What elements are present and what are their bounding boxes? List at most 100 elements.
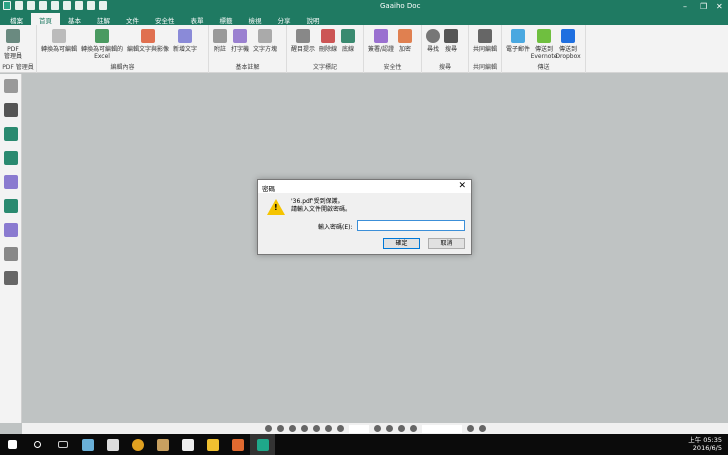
app-logo-icon	[3, 1, 11, 10]
task-view-button[interactable]	[50, 434, 75, 455]
strikeout-icon	[321, 29, 336, 43]
zoom-in-icon[interactable]	[466, 425, 474, 432]
co-edit-icon[interactable]	[4, 271, 18, 285]
quick-access-toolbar	[3, 1, 107, 10]
select-arrow-icon[interactable]	[4, 103, 18, 117]
taskbar-app[interactable]	[125, 434, 150, 455]
print-icon[interactable]	[63, 1, 71, 10]
layers-icon[interactable]	[4, 247, 18, 261]
underline-icon	[341, 29, 356, 43]
group-search: 尋找 搜尋 搜尋	[422, 25, 469, 73]
group-label: 傳送	[537, 64, 550, 71]
group-pdf-manager: PDF 管理員 PDF 管理員	[0, 25, 37, 73]
fullscreen-icon[interactable]	[478, 425, 486, 432]
gaaiho-reader-icon	[231, 438, 244, 451]
signature-icon[interactable]	[4, 223, 18, 237]
zoom-level-input[interactable]	[421, 424, 462, 433]
group-label: 基本註解	[235, 64, 260, 71]
restore-button[interactable]: ❐	[700, 2, 707, 11]
dialog-close-icon[interactable]: ✕	[458, 181, 466, 191]
bookmark-icon[interactable]	[4, 127, 18, 141]
fit-page-icon[interactable]	[397, 425, 405, 432]
file-explorer-icon	[206, 438, 219, 451]
continuous-icon[interactable]	[276, 425, 284, 432]
previous-page-icon[interactable]	[336, 425, 344, 432]
ribbon-tabs: 檔案 首頁 基本 註解 文件 安全性 表單 標籤 檢視 分享 說明	[0, 13, 728, 25]
windows-icon	[8, 440, 17, 449]
typewriter-icon	[233, 29, 247, 43]
password-label: 輸入密碼(E):	[318, 224, 353, 231]
last-page-icon[interactable]	[385, 425, 393, 432]
redo-icon[interactable]	[87, 1, 95, 10]
tab-help[interactable]: 說明	[299, 13, 328, 25]
next-page-icon[interactable]	[373, 425, 381, 432]
close-button[interactable]: ✕	[716, 2, 723, 11]
first-page-icon[interactable]	[324, 425, 332, 432]
tab-form[interactable]: 表單	[183, 13, 212, 25]
fit-width-icon[interactable]	[312, 425, 320, 432]
taskbar-app[interactable]	[225, 434, 250, 455]
tab-document[interactable]: 文件	[118, 13, 147, 25]
ribbon: PDF 管理員 PDF 管理員 轉換為可編輯 轉換為可編輯的 Excel 編輯文…	[0, 25, 728, 73]
hand-icon[interactable]	[4, 79, 18, 93]
dialog-title: 密碼	[262, 185, 275, 193]
hand-tool-icon[interactable]	[99, 1, 107, 10]
single-page-icon[interactable]	[264, 425, 272, 432]
tab-file[interactable]: 檔案	[2, 13, 31, 25]
email-icon[interactable]	[51, 1, 59, 10]
taskbar-app[interactable]	[150, 434, 175, 455]
taskbar-app[interactable]	[100, 434, 125, 455]
dialog-message: '36.pdf'受到保護。 請輸入文件開啟密碼。	[291, 198, 352, 213]
calculator-icon	[106, 438, 119, 451]
page-number-input[interactable]	[348, 424, 369, 433]
taskbar-app[interactable]	[175, 434, 200, 455]
taskbar-app[interactable]	[75, 434, 100, 455]
group-label: 文字標記	[312, 64, 337, 71]
password-input[interactable]	[357, 220, 465, 231]
rotate-left-icon[interactable]	[288, 425, 296, 432]
navigation-toolbar	[22, 423, 728, 434]
thumbnails-icon[interactable]	[4, 151, 18, 165]
chrome-icon	[131, 438, 144, 451]
tab-tags[interactable]: 標籤	[212, 13, 241, 25]
tab-share[interactable]: 分享	[270, 13, 299, 25]
start-button[interactable]	[0, 434, 25, 455]
comments-icon[interactable]	[4, 199, 18, 213]
taskbar-app[interactable]	[200, 434, 225, 455]
rotate-right-icon[interactable]	[300, 425, 308, 432]
zoom-out-icon[interactable]	[409, 425, 417, 432]
group-text-markup: 醒目提示 刪除線 底線 文字標記	[287, 25, 364, 73]
undo-icon[interactable]	[75, 1, 83, 10]
highlight-icon	[296, 29, 310, 43]
ok-button[interactable]: 確定	[383, 238, 420, 249]
tab-annotate[interactable]: 註解	[89, 13, 118, 25]
tab-home[interactable]: 首頁	[31, 13, 60, 25]
group-basic-annotations: 附註 打字機 文字方塊 基本註解	[209, 25, 287, 73]
tab-basic[interactable]: 基本	[60, 13, 89, 25]
task-view-icon	[57, 441, 68, 448]
open-icon[interactable]	[27, 1, 35, 10]
magnifier-icon	[426, 29, 440, 43]
warning-icon: !	[267, 199, 285, 215]
lock-icon	[398, 29, 413, 43]
system-clock[interactable]: 上午 05:35 2016/6/5	[688, 436, 722, 452]
password-dialog: 密碼 ✕ ! '36.pdf'受到保護。 請輸入文件開啟密碼。 輸入密碼(E): 確…	[257, 179, 472, 255]
cancel-button[interactable]: 取消	[428, 238, 465, 249]
group-label: PDF 管理員	[2, 64, 34, 71]
tab-security[interactable]: 安全性	[147, 13, 183, 25]
paint-icon	[156, 438, 169, 451]
minimize-button[interactable]: –	[683, 2, 687, 11]
taskbar: 上午 05:35 2016/6/5	[0, 434, 728, 455]
save-icon[interactable]	[39, 1, 47, 10]
group-security: 簽署/認證 加密 安全性	[364, 25, 422, 73]
tab-view[interactable]: 檢視	[241, 13, 270, 25]
group-co-edit: 共同編輯 共同編輯	[469, 25, 502, 73]
search-button[interactable]	[25, 434, 50, 455]
note-icon	[213, 29, 227, 43]
group-label: 編輯內容	[110, 64, 135, 71]
edit-text-image-icon	[141, 29, 156, 43]
gaaiho-doc-icon	[256, 438, 269, 451]
new-icon[interactable]	[15, 1, 23, 10]
taskbar-app-active[interactable]	[250, 434, 275, 455]
attachment-icon[interactable]	[4, 175, 18, 189]
